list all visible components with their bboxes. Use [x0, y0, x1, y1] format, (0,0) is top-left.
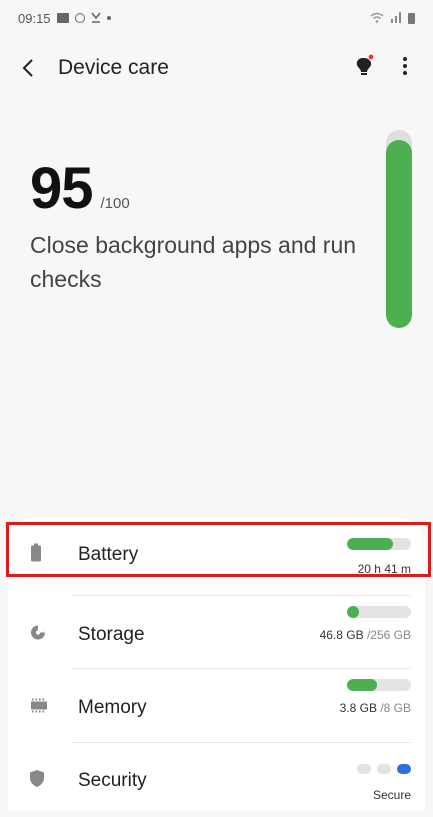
- memory-item[interactable]: Memory 3.8 GB /8 GB: [8, 671, 425, 744]
- battery-label: Battery: [78, 543, 139, 565]
- score-gauge-fill: [386, 139, 412, 328]
- dot-icon: [106, 16, 111, 20]
- score-message: Close background apps and run checks: [30, 232, 357, 292]
- security-value: Secure: [372, 788, 411, 802]
- status-left: 09:15: [18, 11, 111, 26]
- back-arrow-icon: [22, 59, 34, 77]
- download-icon: [90, 11, 101, 26]
- memory-chip-icon: [30, 697, 48, 718]
- security-dot: [357, 764, 371, 774]
- memory-bar: [347, 679, 411, 691]
- shield-icon: [30, 769, 44, 792]
- status-bar: 09:15: [0, 0, 433, 36]
- memory-value: 3.8 GB /8 GB: [339, 701, 411, 715]
- score-block: 95 /100: [30, 155, 130, 222]
- security-status-dots: [357, 764, 411, 774]
- status-right: [370, 11, 415, 26]
- divider: [72, 742, 411, 743]
- storage-item[interactable]: Storage 46.8 GB /256 GB: [8, 598, 425, 671]
- storage-bar: [347, 606, 411, 618]
- battery-icon: [30, 543, 42, 566]
- score-gauge: [386, 130, 412, 328]
- divider: [72, 595, 411, 596]
- more-vertical-icon: [402, 56, 408, 81]
- circle-icon: [74, 13, 85, 23]
- lightbulb-icon: [355, 54, 377, 83]
- storage-label: Storage: [78, 623, 145, 645]
- storage-bar-fill: [347, 606, 359, 618]
- gallery-icon: [56, 13, 69, 23]
- pie-chart-icon: [30, 624, 46, 645]
- battery-item[interactable]: Battery 20 h 41 m: [8, 518, 425, 591]
- memory-bar-fill: [347, 679, 378, 691]
- tips-button[interactable]: [351, 48, 381, 88]
- care-items-card: Battery 20 h 41 m Storage 46.8 GB /256 G…: [8, 518, 425, 810]
- divider: [72, 668, 411, 669]
- wifi-icon: [370, 11, 384, 26]
- battery-value: 20 h 41 m: [357, 562, 411, 576]
- page-title: Device care: [58, 56, 169, 79]
- more-options-button[interactable]: [395, 48, 415, 88]
- app-bar: Device care: [0, 44, 433, 92]
- security-dot-active: [397, 764, 411, 774]
- score-max: /100: [100, 195, 130, 212]
- battery-icon: [408, 12, 415, 24]
- status-time: 09:15: [18, 10, 51, 26]
- battery-bar-fill: [347, 538, 394, 550]
- battery-bar: [347, 538, 411, 550]
- memory-label: Memory: [78, 696, 147, 718]
- security-dot: [377, 764, 391, 774]
- storage-value: 46.8 GB /256 GB: [319, 628, 411, 642]
- score: 95 /100: [30, 155, 130, 222]
- security-label: Security: [78, 769, 147, 791]
- score-value: 95: [30, 156, 94, 221]
- security-item[interactable]: Security Secure: [8, 744, 425, 817]
- back-button[interactable]: [22, 48, 50, 88]
- signal-icon: [390, 11, 402, 26]
